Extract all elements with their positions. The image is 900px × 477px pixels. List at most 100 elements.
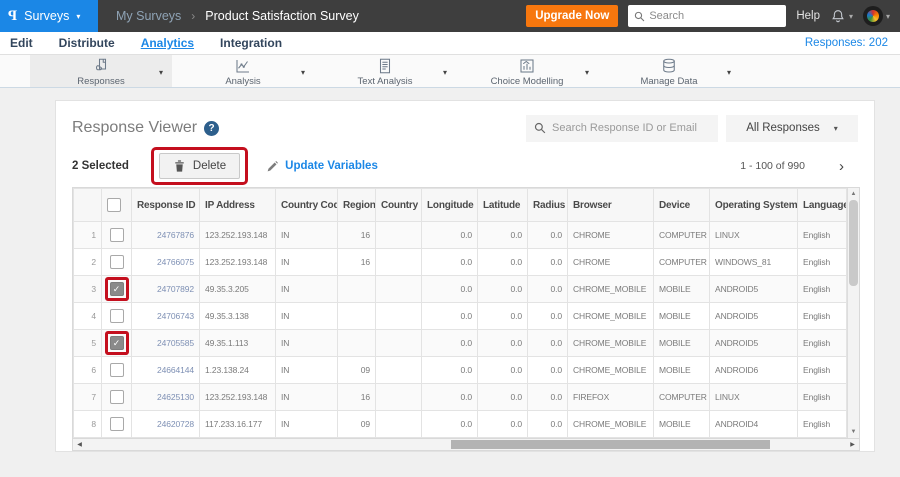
toolbar-item-label: Analysis xyxy=(225,76,261,87)
chevron-down-icon[interactable]: ▾ xyxy=(727,68,731,77)
response-search-input[interactable] xyxy=(552,122,702,134)
chevron-down-icon: ▾ xyxy=(885,11,890,21)
chevron-down-icon: ▾ xyxy=(833,123,838,133)
global-search[interactable] xyxy=(628,5,787,27)
vertical-scrollbar-thumb[interactable] xyxy=(849,200,858,286)
country-cell xyxy=(375,356,422,384)
region-cell: 09 xyxy=(337,356,376,384)
row-checkbox[interactable] xyxy=(109,363,124,377)
toolbar-item-responses[interactable]: Responses ▾ xyxy=(30,55,172,87)
column-header-response-id[interactable]: Response ID▲ xyxy=(131,188,200,222)
response-id-cell: 24766075 xyxy=(131,248,200,276)
column-header-region[interactable]: Region xyxy=(337,188,376,222)
country-cell xyxy=(375,275,422,303)
latitude-cell: 0.0 xyxy=(477,248,528,276)
nav-tab-distribute[interactable]: Distribute xyxy=(59,36,115,50)
help-link[interactable]: Help xyxy=(796,10,820,22)
scroll-up-icon[interactable]: ▲ xyxy=(851,188,857,200)
row-checkbox[interactable]: ✓ xyxy=(109,282,124,296)
responses-filter-dropdown[interactable]: All Responses ▾ xyxy=(726,114,858,142)
table-row: 2 24766075 123.252.193.148 IN 16 0.0 0.0 0.0 CHR… xyxy=(73,248,847,276)
os-cell: LINUX xyxy=(709,221,798,249)
global-search-input[interactable] xyxy=(649,10,770,22)
delete-button[interactable]: Delete xyxy=(158,153,241,179)
ip-cell: 1.23.138.24 xyxy=(199,356,276,384)
response-id-link[interactable]: 24766075 xyxy=(157,257,194,267)
horizontal-scrollbar[interactable]: ◀ ▶ xyxy=(72,438,860,451)
row-checkbox[interactable] xyxy=(109,309,124,323)
radius-cell: 0.0 xyxy=(527,221,568,249)
row-checkbox[interactable] xyxy=(109,255,124,269)
browser-cell: CHROME_MOBILE xyxy=(567,275,654,303)
user-account-menu[interactable]: ▾ xyxy=(862,6,890,26)
column-header-latitude[interactable]: Latitude xyxy=(477,188,528,222)
row-checkbox[interactable]: ✓ xyxy=(109,336,124,350)
help-badge-icon[interactable]: ? xyxy=(204,120,220,136)
row-number-cell: 8 xyxy=(73,410,102,438)
breadcrumb-separator: › xyxy=(191,9,196,23)
toolbar-item-text-analysis[interactable]: Text Analysis ▾ xyxy=(314,55,456,87)
column-header-language[interactable]: Language xyxy=(797,188,847,222)
analytics-toolbar: Responses ▾ Analysis ▾ Text Analysis ▾ Choice … xyxy=(0,55,900,88)
ip-cell: 123.252.193.148 xyxy=(199,221,276,249)
latitude-cell: 0.0 xyxy=(477,410,528,438)
scroll-down-icon[interactable]: ▼ xyxy=(851,426,857,438)
chevron-down-icon[interactable]: ▾ xyxy=(301,68,305,77)
row-checkbox[interactable] xyxy=(109,417,124,431)
table-row: 1 24767876 123.252.193.148 IN 16 0.0 0.0 0.0 CHR… xyxy=(73,221,847,249)
notifications-button[interactable]: ▾ xyxy=(830,8,853,24)
chevron-down-icon[interactable]: ▾ xyxy=(159,68,163,77)
radius-cell: 0.0 xyxy=(527,302,568,330)
browser-cell: FIREFOX xyxy=(567,383,654,411)
column-header-country[interactable]: Country xyxy=(375,188,422,222)
bell-icon xyxy=(832,10,844,23)
upgrade-now-button[interactable]: Upgrade Now xyxy=(526,5,619,27)
response-id-link[interactable]: 24625130 xyxy=(157,392,194,402)
toolbar-item-analysis[interactable]: Analysis ▾ xyxy=(172,55,314,87)
scroll-left-icon[interactable]: ◀ xyxy=(73,441,86,448)
horizontal-scrollbar-thumb[interactable] xyxy=(450,440,770,449)
chevron-down-icon[interactable]: ▾ xyxy=(585,68,589,77)
nav-tab-integration[interactable]: Integration xyxy=(220,36,282,50)
response-id-link[interactable]: 24664144 xyxy=(157,365,194,375)
os-cell: ANDROID5 xyxy=(709,302,798,330)
nav-tab-edit[interactable]: Edit xyxy=(10,36,33,50)
responses-count[interactable]: Responses: 202 xyxy=(805,37,888,49)
chevron-down-icon[interactable]: ▾ xyxy=(443,68,447,77)
column-header-radius[interactable]: Radius xyxy=(527,188,568,222)
next-page-button[interactable]: › xyxy=(839,159,844,174)
column-header-ip[interactable]: IP Address xyxy=(199,188,276,222)
column-header-os[interactable]: Operating System xyxy=(709,188,798,222)
response-id-link[interactable]: 24706743 xyxy=(157,311,194,321)
response-id-cell: 24625130 xyxy=(131,383,200,411)
column-header-country-code[interactable]: Country Code xyxy=(275,188,338,222)
column-header-browser[interactable]: Browser xyxy=(567,188,654,222)
product-menu-label: Surveys xyxy=(24,9,70,23)
breadcrumb-my-surveys[interactable]: My Surveys xyxy=(116,9,181,23)
longitude-cell: 0.0 xyxy=(421,356,478,384)
column-header-device[interactable]: Device xyxy=(653,188,710,222)
delete-button-label: Delete xyxy=(192,160,227,172)
response-id-link[interactable]: 24767876 xyxy=(157,230,194,240)
longitude-cell: 0.0 xyxy=(421,302,478,330)
surveys-product-menu[interactable]: P Surveys ▾ xyxy=(0,0,98,32)
response-id-link[interactable]: 24705585 xyxy=(157,338,194,348)
nav-tab-analytics[interactable]: Analytics xyxy=(141,36,194,50)
os-cell: LINUX xyxy=(709,383,798,411)
column-header-row-number[interactable] xyxy=(73,188,102,222)
response-id-link[interactable]: 24620728 xyxy=(157,419,194,429)
response-search[interactable] xyxy=(526,114,718,142)
row-checkbox[interactable] xyxy=(109,390,124,404)
select-all-checkbox[interactable] xyxy=(107,198,121,212)
row-checkbox[interactable] xyxy=(109,228,124,242)
vertical-scrollbar[interactable]: ▲ ▼ xyxy=(847,188,859,438)
toolbar-item-manage-data[interactable]: Manage Data ▾ xyxy=(598,55,740,87)
response-id-link[interactable]: 24707892 xyxy=(157,284,194,294)
country-code-cell: IN xyxy=(275,275,338,303)
scroll-right-icon[interactable]: ▶ xyxy=(846,441,859,448)
os-cell: ANDROID5 xyxy=(709,329,798,357)
analysis-icon xyxy=(234,57,252,75)
toolbar-item-choice-modelling[interactable]: Choice Modelling ▾ xyxy=(456,55,598,87)
update-variables-button[interactable]: Update Variables xyxy=(266,160,378,173)
column-header-longitude[interactable]: Longitude xyxy=(421,188,478,222)
